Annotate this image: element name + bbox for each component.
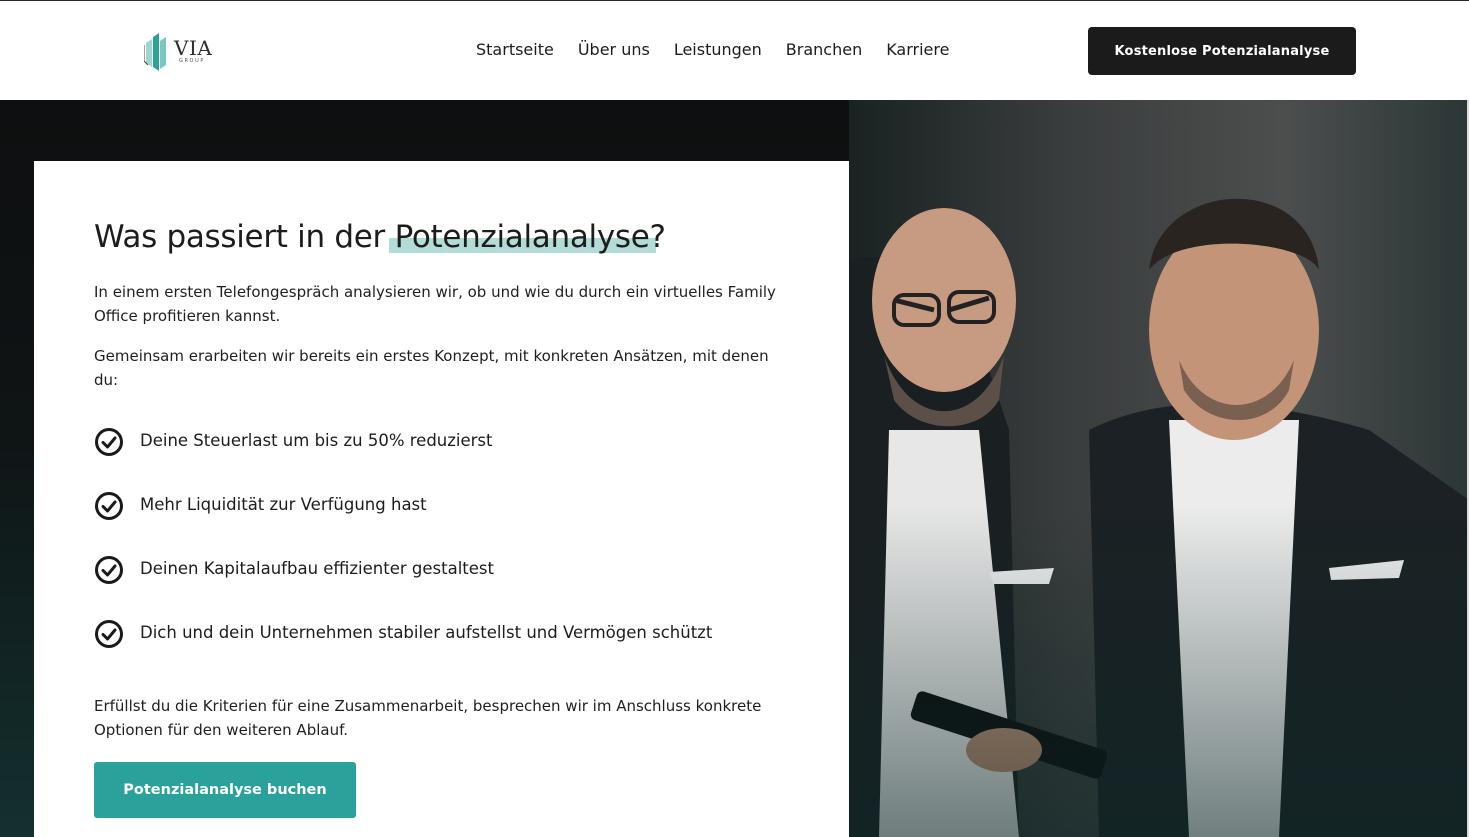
nav-link-karriere[interactable]: Karriere	[886, 39, 949, 61]
main-navigation: Startseite Über uns Leistungen Branchen …	[476, 39, 949, 61]
section-title: Was passiert in der Potenzialanalyse?	[94, 219, 666, 255]
check-circle-icon	[95, 620, 123, 648]
free-analysis-button[interactable]: Kostenlose Potenzialanalyse	[1088, 27, 1356, 75]
list-item: Dich und dein Unternehmen stabiler aufst…	[94, 619, 712, 683]
list-item: Deinen Kapitalaufbau effizienter gestalt…	[94, 555, 712, 619]
check-circle-icon	[95, 428, 123, 456]
logo[interactable]: VIA GROUP	[144, 33, 224, 71]
check-circle-icon	[95, 556, 123, 584]
team-photo	[849, 100, 1469, 837]
hero-section: Was passiert in der Potenzialanalyse? In…	[0, 100, 1469, 837]
list-item: Mehr Liquidität zur Verfügung hast	[94, 491, 712, 555]
list-item: Deine Steuerlast um bis zu 50% reduziers…	[94, 427, 712, 491]
intro-paragraph: In einem ersten Telefongespräch analysie…	[94, 283, 776, 325]
logo-subtitle: GROUP	[179, 58, 205, 64]
benefit-text: Mehr Liquidität zur Verfügung hast	[140, 495, 427, 514]
nav-link-branchen[interactable]: Branchen	[786, 39, 862, 61]
benefits-list: Deine Steuerlast um bis zu 50% reduziers…	[94, 427, 712, 683]
title-text: Was passiert in der	[94, 219, 395, 255]
concept-paragraph: Gemeinsam erarbeiten wir bereits ein ers…	[94, 347, 769, 389]
book-analysis-button[interactable]: Potenzialanalyse buchen	[94, 762, 356, 818]
title-suffix: ?	[649, 219, 666, 255]
benefit-text: Dich und dein Unternehmen stabiler aufst…	[140, 623, 713, 642]
nav-link-leistungen[interactable]: Leistungen	[674, 39, 762, 61]
site-header: VIA GROUP Startseite Über uns Leistungen…	[0, 1, 1469, 100]
nav-link-startseite[interactable]: Startseite	[476, 39, 554, 61]
logo-wordmark: VIA	[174, 36, 213, 60]
nav-link-ueber-uns[interactable]: Über uns	[578, 39, 650, 61]
title-highlight: Potenzialanalyse	[388, 219, 656, 255]
check-circle-icon	[95, 492, 123, 520]
analysis-info-card: Was passiert in der Potenzialanalyse? In…	[34, 161, 849, 837]
benefit-text: Deinen Kapitalaufbau effizienter gestalt…	[140, 559, 494, 578]
photo-overlay	[849, 100, 1469, 837]
logo-mark-icon	[144, 33, 166, 71]
closing-paragraph: Erfüllst du die Kriterien für eine Zusam…	[94, 697, 762, 739]
benefit-text: Deine Steuerlast um bis zu 50% reduziers…	[140, 431, 493, 450]
